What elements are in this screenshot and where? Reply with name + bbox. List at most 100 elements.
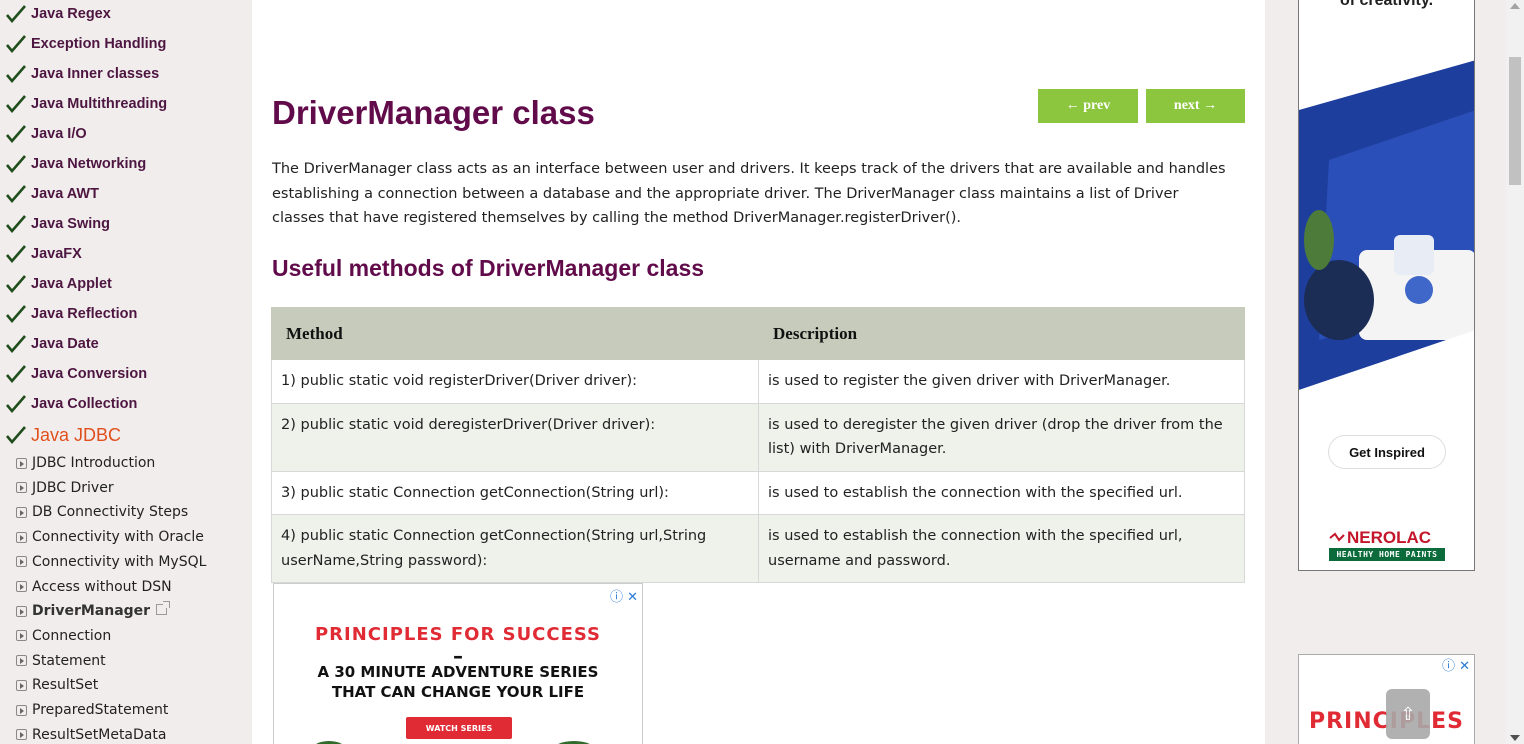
ad-close-icon[interactable]: ⓘ ✕ xyxy=(1442,655,1470,674)
sidebar-subitem-label: JDBC Introduction xyxy=(32,455,156,471)
arrow-bullet-icon xyxy=(16,531,27,543)
sidebar-subitem[interactable]: Connection xyxy=(16,624,111,648)
sidebar-subitem-label: Connectivity with Oracle xyxy=(32,529,204,546)
sidebar-subitem[interactable]: JDBC Introduction xyxy=(16,451,155,475)
nerolac-logo: NEROLAC xyxy=(1347,528,1432,547)
vertical-scrollbar[interactable] xyxy=(1506,0,1524,744)
sidebar-subitem-label: DriverManager xyxy=(32,603,151,620)
method-cell: 4) public static Connection getConnectio… xyxy=(271,514,759,583)
intro-paragraph: The DriverManager class acts as an inter… xyxy=(272,161,1226,226)
inline-advertisement[interactable]: ⓘ ✕ PRINCIPLES FOR SUCCESS – A 30 MINUTE… xyxy=(273,583,643,744)
sidebar-subitem[interactable]: Connectivity with Oracle xyxy=(16,525,204,549)
sidebar-item[interactable]: Exception Handling xyxy=(6,30,166,58)
nerolac-advertisement[interactable]: of creativity. Get Inspired NEROLAC HEAL… xyxy=(1298,0,1475,571)
description-cell: is used to establish the connection with… xyxy=(758,470,1245,515)
table-row: 1) public static void registerDriver(Dri… xyxy=(271,359,1245,404)
sidebar-item[interactable]: Java Networking xyxy=(6,150,146,178)
table-row: 2) public static void deregisterDriver(D… xyxy=(271,402,1245,472)
sidebar-subitem[interactable]: DB Connectivity Steps xyxy=(16,500,188,524)
right-ad-column: of creativity. Get Inspired NEROLAC HEAL… xyxy=(1265,0,1506,744)
sidebar-item-label: Java Applet xyxy=(31,276,112,292)
section-heading: Useful methods of DriverManager class xyxy=(272,255,705,281)
checkmark-icon xyxy=(6,335,26,354)
sidebar-subitem[interactable]: ResultSet xyxy=(16,673,98,697)
sidebar-item[interactable]: Java JDBC xyxy=(6,421,121,449)
sidebar-item-label: JavaFX xyxy=(31,246,82,262)
sidebar-subitem-label: JDBC Driver xyxy=(32,479,114,496)
ad-foliage-graphic xyxy=(316,741,590,744)
sidebar-item[interactable]: Java Collection xyxy=(6,390,137,418)
method-cell: 2) public static void deregisterDriver(D… xyxy=(271,402,759,472)
sidebar-item[interactable]: Java I/O xyxy=(6,120,87,148)
sidebar-subitem-label: Access without DSN xyxy=(32,578,172,595)
external-link-icon[interactable] xyxy=(156,600,171,615)
table-header-row: Method Description xyxy=(271,307,1245,360)
prev-button[interactable]: ← prev xyxy=(1038,89,1138,123)
sidebar-item-label: Java Swing xyxy=(31,216,110,232)
sidebar-item[interactable]: Java Date xyxy=(6,330,99,358)
sidebar-subitem[interactable]: Access without DSN xyxy=(16,575,172,599)
scroll-thumb[interactable] xyxy=(1509,57,1521,185)
description-cell: is used to deregister the given driver (… xyxy=(758,402,1245,472)
arrow-bullet-icon xyxy=(16,581,27,592)
description-cell: is used to establish the connection with… xyxy=(758,514,1245,583)
sidebar-item-label: Java Networking xyxy=(31,156,147,172)
get-inspired-button[interactable]: Get Inspired xyxy=(1328,435,1446,469)
sidebar: Java Regex Exception Handling Java Inner c… xyxy=(0,0,252,744)
sidebar-item-label: Java Multithreading xyxy=(31,96,168,112)
checkmark-icon xyxy=(6,185,26,204)
checkmark-icon xyxy=(6,215,26,234)
checkmark-icon xyxy=(6,305,26,324)
scroll-to-top-button[interactable]: ⇧ xyxy=(1386,689,1430,739)
sidebar-item-label: Java Reflection xyxy=(31,306,138,322)
sidebar-subitem[interactable]: Statement xyxy=(16,649,106,673)
ad-title: PRINCIPLES FOR SUCCESS xyxy=(314,624,602,645)
arrow-bullet-icon xyxy=(16,605,27,617)
checkmark-icon xyxy=(6,245,26,264)
ad-close-icon[interactable]: ⓘ ✕ xyxy=(610,586,638,605)
sidebar-item[interactable]: Java Reflection xyxy=(6,300,137,328)
method-cell: 3) public static Connection getConnectio… xyxy=(271,470,759,515)
sidebar-item[interactable]: Java Regex xyxy=(6,0,111,28)
arrow-bullet-icon xyxy=(16,655,27,667)
sidebar-item-label: Java Conversion xyxy=(31,366,148,382)
arrow-bullet-icon xyxy=(16,506,27,518)
sidebar-item-label: Java JDBC xyxy=(31,424,122,445)
scroll-down-icon[interactable] xyxy=(1510,735,1520,741)
sidebar-item[interactable]: Java Inner classes xyxy=(6,60,159,88)
ad-watch-button[interactable]: WATCH SERIES xyxy=(406,717,512,739)
checkmark-icon xyxy=(6,35,26,54)
sidebar-subitem[interactable]: DriverManager xyxy=(16,599,171,623)
checkmark-icon xyxy=(6,125,26,144)
sidebar-subitem[interactable]: Connectivity with MySQL xyxy=(16,550,206,574)
sidebar-subitem-label: ResultSetMetaData xyxy=(32,726,167,743)
sidebar-item[interactable]: Java Multithreading xyxy=(6,90,167,118)
sidebar-item-label: Java Date xyxy=(31,336,99,352)
checkmark-icon xyxy=(6,365,26,384)
checkmark-icon xyxy=(6,395,26,414)
scroll-up-icon[interactable] xyxy=(1510,3,1520,9)
sidebar-item-label: Java Inner classes xyxy=(31,66,160,82)
sidebar-item[interactable]: Java Applet xyxy=(6,270,112,298)
nerolac-logo-icon xyxy=(1329,532,1345,542)
checkmark-icon xyxy=(6,275,26,294)
nerolac-tagline: HEALTHY HOME PAINTS xyxy=(1329,548,1445,561)
sidebar-item-label: Exception Handling xyxy=(31,36,167,52)
sidebar-subitem[interactable]: ResultSetMetaData xyxy=(16,723,166,744)
sidebar-subitem-label: PreparedStatement xyxy=(32,702,169,718)
checkmark-icon xyxy=(6,95,26,114)
sidebar-item[interactable]: Java Conversion xyxy=(6,360,147,388)
arrow-bullet-icon xyxy=(16,679,27,691)
next-button[interactable]: next → xyxy=(1146,89,1245,123)
sidebar-subitem-label: Connectivity with MySQL xyxy=(32,553,207,570)
method-cell: 1) public static void registerDriver(Dri… xyxy=(271,359,759,404)
main-content: DriverManager class ← prev next → The Dr… xyxy=(252,0,1265,744)
page-title: DriverManager class xyxy=(272,94,595,131)
sidebar-item-label: Java AWT xyxy=(31,186,99,202)
table-row: 3) public static Connection getConnectio… xyxy=(271,470,1245,515)
sidebar-item[interactable]: Java Swing xyxy=(6,210,110,238)
sidebar-subitem[interactable]: JDBC Driver xyxy=(16,476,114,500)
sidebar-item[interactable]: Java AWT xyxy=(6,180,99,208)
sidebar-item[interactable]: JavaFX xyxy=(6,240,82,268)
sidebar-subitem[interactable]: PreparedStatement xyxy=(16,698,168,722)
